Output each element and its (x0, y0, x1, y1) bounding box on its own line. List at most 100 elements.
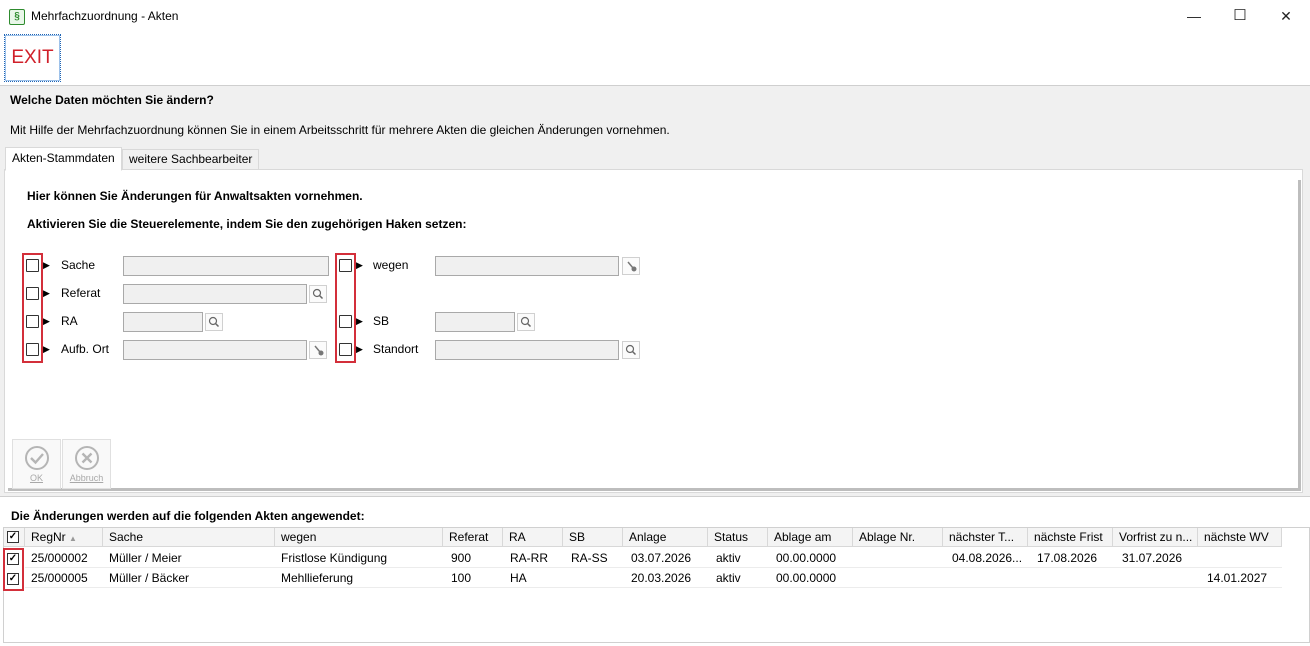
info-text: Mit Hilfe der Mehrfachzuordnung können S… (10, 123, 670, 137)
tab-weitere-sachbearbeiter[interactable]: weitere Sachbearbeiter (122, 149, 260, 170)
wegen-checkbox[interactable] (339, 259, 352, 272)
ra-checkbox[interactable] (26, 315, 39, 328)
search-icon[interactable] (517, 313, 535, 331)
exit-button[interactable]: EXIT (4, 34, 61, 82)
table-cell (563, 568, 623, 588)
play-icon: ▶ (356, 344, 363, 354)
column-header[interactable]: SB (563, 528, 623, 547)
panel-intro: Hier können Sie Änderungen für Anwaltsak… (27, 189, 363, 203)
table-cell: 25/000005 (25, 568, 103, 588)
select-all-checkbox[interactable]: ✓ (7, 531, 19, 543)
column-header[interactable]: Vorfrist zu n... (1113, 528, 1198, 547)
pin-icon[interactable] (309, 341, 327, 359)
column-header[interactable]: Ablage Nr. (853, 528, 943, 547)
column-header[interactable]: nächste WV (1198, 528, 1282, 547)
aufb-ort-field[interactable] (123, 340, 307, 360)
tab-akten-stammdaten[interactable]: Akten-Stammdaten (5, 147, 122, 171)
search-icon[interactable] (622, 341, 640, 359)
ra-field[interactable] (123, 312, 203, 332)
table-cell (943, 568, 1028, 588)
maximize-button[interactable]: ☐ (1217, 0, 1263, 32)
search-icon[interactable] (205, 313, 223, 331)
table-cell: 00.00.0000 (768, 568, 853, 588)
check-circle-icon (24, 446, 49, 470)
table-cell (1113, 568, 1198, 588)
referat-checkbox[interactable] (26, 287, 39, 300)
aufb-ort-checkbox[interactable] (26, 343, 39, 356)
table-cell: Fristlose Kündigung (275, 548, 443, 568)
table-cell: Müller / Meier (103, 548, 275, 568)
toolbar (0, 32, 1310, 86)
play-icon: ▶ (43, 260, 50, 270)
table-cell: 20.03.2026 (623, 568, 708, 588)
sort-ascending-icon: ▲ (69, 534, 77, 543)
play-icon: ▶ (43, 316, 50, 326)
select-all-header[interactable]: ✓ (4, 528, 25, 547)
title-bar (0, 0, 1310, 33)
table-cell: 03.07.2026 (623, 548, 708, 568)
standort-checkbox[interactable] (339, 343, 352, 356)
wegen-label: wegen (373, 258, 409, 272)
column-header[interactable]: nächster T... (943, 528, 1028, 547)
ok-button[interactable]: OK (12, 439, 61, 489)
aufb-ort-label: Aufb. Ort (61, 342, 110, 356)
search-icon[interactable] (309, 285, 327, 303)
table-cell: aktiv (708, 548, 768, 568)
table-cell: HA (503, 568, 563, 588)
referat-label: Referat (61, 286, 101, 300)
table-cell: 04.08.2026... (943, 548, 1028, 568)
table-cell: 25/000002 (25, 548, 103, 568)
cancel-label: Abbruch (69, 473, 104, 483)
table-cell (1028, 568, 1113, 588)
column-header[interactable]: Referat (443, 528, 503, 547)
referat-field[interactable] (123, 284, 307, 304)
table-cell: 17.08.2026 (1028, 548, 1113, 568)
app-icon: § (9, 9, 25, 25)
window-title: Mehrfachzuordnung - Akten (31, 9, 179, 23)
table-cell: RA-SS (563, 548, 623, 568)
column-header[interactable]: nächste Frist (1028, 528, 1113, 547)
column-header[interactable]: wegen (275, 528, 443, 547)
row-checkbox[interactable]: ✓ (7, 553, 19, 565)
sb-field[interactable] (435, 312, 515, 332)
ra-label: RA (61, 314, 78, 328)
standort-label: Standort (373, 342, 419, 356)
table-cell: Mehllieferung (275, 568, 443, 588)
cancel-circle-icon (74, 446, 99, 470)
table-cell: RA-RR (503, 548, 563, 568)
column-header[interactable]: Anlage (623, 528, 708, 547)
table-cell: 100 (443, 568, 503, 588)
table-cell: Müller / Bäcker (103, 568, 275, 588)
play-icon: ▶ (43, 344, 50, 354)
table-cell: 900 (443, 548, 503, 568)
minimize-button[interactable]: — (1171, 0, 1217, 32)
close-button[interactable]: ✕ (1263, 0, 1309, 32)
sache-field[interactable] (123, 256, 329, 276)
table-cell: 00.00.0000 (768, 548, 853, 568)
play-icon: ▶ (43, 288, 50, 298)
column-header[interactable]: Ablage am (768, 528, 853, 547)
table-cell (853, 568, 943, 588)
play-icon: ▶ (356, 316, 363, 326)
table-cell: 31.07.2026 (1113, 548, 1198, 568)
table-cell: 14.01.2027 (1198, 568, 1282, 588)
play-icon: ▶ (356, 260, 363, 270)
grid-caption: Die Änderungen werden auf die folgenden … (11, 509, 365, 523)
standort-field[interactable] (435, 340, 619, 360)
column-header[interactable]: RegNr ▲ (25, 528, 103, 547)
ok-label: OK (29, 473, 43, 483)
sache-checkbox[interactable] (26, 259, 39, 272)
column-header[interactable]: RA (503, 528, 563, 547)
table-cell: aktiv (708, 568, 768, 588)
table-cell (853, 548, 943, 568)
row-checkbox[interactable]: ✓ (7, 573, 19, 585)
wegen-field[interactable] (435, 256, 619, 276)
sb-label: SB (373, 314, 390, 328)
panel-instruction: Aktivieren Sie die Steuerelemente, indem… (27, 217, 467, 231)
cancel-button[interactable]: Abbruch (62, 439, 111, 489)
sache-label: Sache (61, 258, 96, 272)
column-header[interactable]: Status (708, 528, 768, 547)
column-header[interactable]: Sache (103, 528, 275, 547)
sb-checkbox[interactable] (339, 315, 352, 328)
pin-icon[interactable] (622, 257, 640, 275)
